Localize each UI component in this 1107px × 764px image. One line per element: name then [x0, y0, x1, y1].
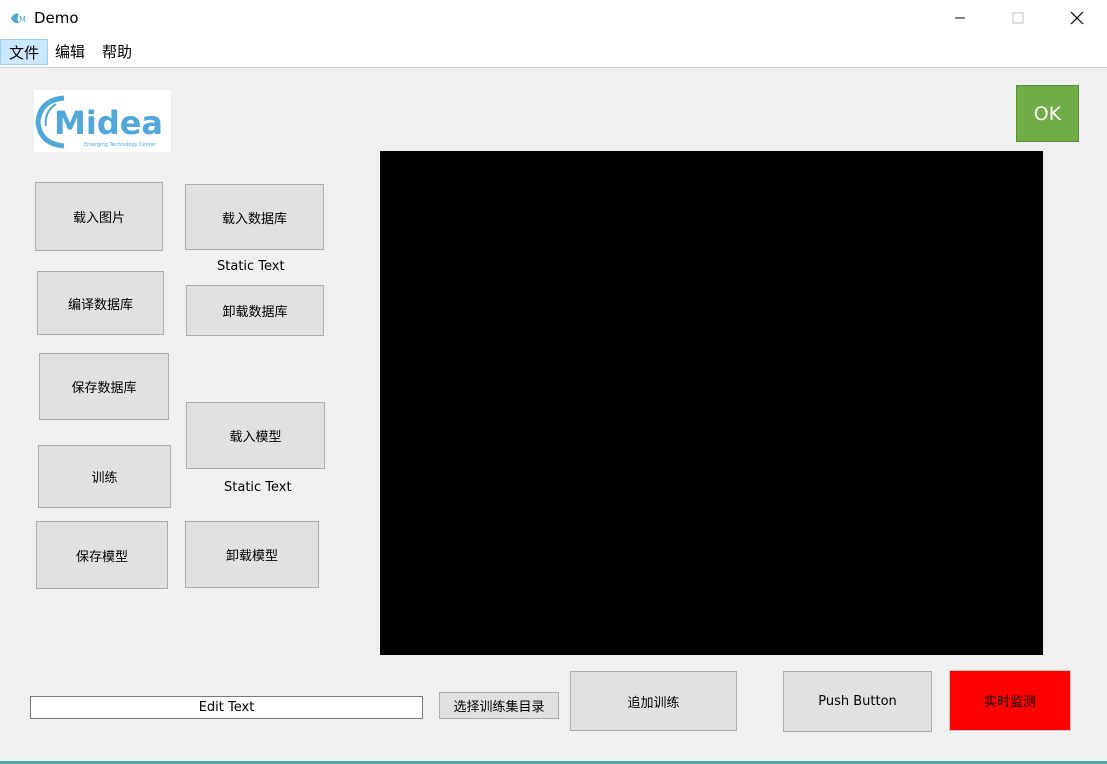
realtime-monitor-button[interactable]: 实时监测 [949, 670, 1071, 731]
load-image-button[interactable]: 载入图片 [35, 182, 163, 251]
save-model-button[interactable]: 保存模型 [36, 521, 168, 589]
maximize-icon [1012, 12, 1024, 24]
menu-bar: 文件 编辑 帮助 [0, 36, 1107, 68]
logo-graphic: Midea Emerging Technology Center [35, 95, 163, 149]
select-train-dir-button[interactable]: 选择训练集目录 [439, 692, 559, 719]
app-icon: M [11, 13, 26, 24]
unload-model-button[interactable]: 卸载模型 [185, 521, 319, 588]
compile-database-button[interactable]: 编译数据库 [37, 271, 164, 335]
static-text-2: Static Text [224, 480, 292, 495]
ok-button[interactable]: OK [1016, 85, 1079, 142]
push-button[interactable]: Push Button [783, 671, 932, 732]
maximize-button[interactable] [995, 0, 1041, 36]
image-display [380, 151, 1043, 655]
menu-file[interactable]: 文件 [0, 39, 49, 65]
menu-edit[interactable]: 编辑 [47, 39, 93, 65]
minimize-icon [955, 17, 965, 19]
midea-logo: Midea Emerging Technology Center [34, 90, 171, 152]
append-train-button[interactable]: 追加训练 [570, 671, 737, 731]
title-bar: M Demo [0, 0, 1107, 36]
svg-text:M: M [19, 15, 26, 24]
logo-tagline: Emerging Technology Center [84, 142, 157, 148]
menu-help[interactable]: 帮助 [94, 39, 140, 65]
static-text-1: Static Text [217, 259, 285, 274]
close-icon [1070, 11, 1084, 25]
logo-brand: Midea [54, 104, 163, 142]
minimize-button[interactable] [937, 0, 983, 36]
close-button[interactable] [1054, 0, 1100, 36]
unload-database-button[interactable]: 卸载数据库 [186, 285, 324, 336]
load-database-button[interactable]: 载入数据库 [185, 184, 324, 250]
edit-text-field[interactable] [30, 696, 423, 719]
window-title: Demo [34, 9, 79, 27]
train-button[interactable]: 训练 [38, 445, 171, 508]
load-model-button[interactable]: 载入模型 [186, 402, 325, 469]
save-database-button[interactable]: 保存数据库 [39, 353, 169, 420]
